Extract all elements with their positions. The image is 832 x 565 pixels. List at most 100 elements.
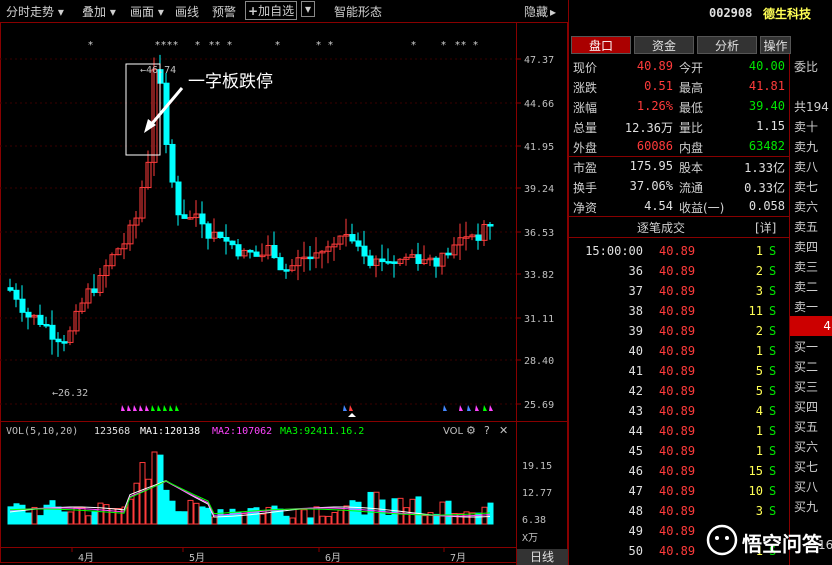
trade-side: S <box>769 324 777 338</box>
bid-level[interactable]: 买九 <box>794 498 818 515</box>
trades-detail-link[interactable]: [详] <box>755 219 776 236</box>
close-icon[interactable]: ✕ <box>499 424 508 437</box>
volume-bar <box>163 489 170 525</box>
bid-level[interactable]: 买五 <box>794 418 818 435</box>
add-watchlist-button[interactable]: +加自选 <box>245 1 298 20</box>
bid-level[interactable]: 买二 <box>794 358 818 375</box>
ask-level[interactable]: 卖八 <box>794 158 818 175</box>
trade-volume: 2 <box>755 324 763 338</box>
ask-level[interactable]: 卖十 <box>794 118 818 135</box>
trade-side: S <box>769 304 777 318</box>
volume-bar <box>271 505 278 525</box>
trade-time: 49 <box>628 524 643 538</box>
ask-level[interactable]: 卖一 <box>794 298 818 315</box>
candle-body <box>307 256 314 260</box>
bid-level[interactable]: 买四 <box>794 398 818 415</box>
trade-price: 40.89 <box>659 304 696 318</box>
bid-level[interactable]: 买八 <box>794 478 818 495</box>
quote-label: 换手 <box>573 181 598 195</box>
volume-legend-item: MA2:107062 <box>212 426 272 437</box>
volume-bar <box>487 502 494 525</box>
quote-panel: 002908 德生科技 盘口 资金 分析 操作 现价 40.89 今开 40.00 涨跌… <box>568 0 811 565</box>
watchlist-dropdown[interactable]: ▾ <box>301 1 316 17</box>
tab-analysis[interactable]: 分析 <box>697 36 757 54</box>
signal-arrow-icon <box>157 405 161 411</box>
tab-orderbook[interactable]: 盘口 <box>571 36 631 54</box>
trade-time: 36 <box>628 264 643 278</box>
candle-body <box>391 261 398 264</box>
quote-label: 最低 <box>679 101 704 115</box>
smart-pattern-button[interactable]: 智能形态 <box>334 3 382 20</box>
signal-star: * <box>155 40 160 51</box>
tab-funds[interactable]: 资金 <box>634 36 694 54</box>
ask-level[interactable]: 卖九 <box>794 138 818 155</box>
trade-price: 40.89 <box>659 524 696 538</box>
bid-level[interactable]: 买六 <box>794 438 818 455</box>
ask-level[interactable]: 卖五 <box>794 218 818 235</box>
tab-operation[interactable]: 操作 <box>760 36 791 54</box>
volume-indicator-label[interactable]: VOL <box>443 426 464 437</box>
trade-volume: 3 <box>755 504 763 518</box>
quote-label: 流通 <box>679 181 704 195</box>
bid-level[interactable]: 买三 <box>794 378 818 395</box>
trade-time: 47 <box>628 484 643 498</box>
volume-bar <box>301 509 308 525</box>
draw-line-button[interactable]: 画线 <box>175 3 199 20</box>
bid-level[interactable]: 买七 <box>794 458 818 475</box>
ask-level[interactable]: 卖四 <box>794 238 818 255</box>
trade-row: 40 40.89 1 S <box>569 344 789 364</box>
trade-side: S <box>769 404 777 418</box>
alert-button[interactable]: 预警 <box>212 3 236 20</box>
volume-legend-item: 123568 <box>94 426 130 437</box>
volume-bar <box>145 478 152 525</box>
volume-bar <box>289 517 296 525</box>
ask-level[interactable]: 卖七 <box>794 178 818 195</box>
signal-star: * <box>455 40 460 51</box>
stock-code: 002908 <box>709 6 753 20</box>
trade-volume: 4 <box>755 404 763 418</box>
screen-menu[interactable]: 画面 ▾ <box>130 3 164 20</box>
signal-star: * <box>328 40 333 51</box>
bid-level[interactable]: 买一 <box>794 338 818 355</box>
intraday-menu[interactable]: 分时走势 ▾ <box>6 3 64 20</box>
signal-star: * <box>461 40 466 51</box>
period-label[interactable]: 日线 <box>530 550 554 564</box>
trade-volume: 5 <box>755 384 763 398</box>
candle-body <box>7 287 14 291</box>
trade-volume: 1 <box>755 424 763 438</box>
help-icon[interactable]: ? <box>484 424 490 437</box>
trade-time: 48 <box>628 504 643 518</box>
hide-button[interactable]: 隐藏 ▸ <box>524 3 556 20</box>
trade-side: S <box>769 244 777 258</box>
stock-name: 德生科技 <box>763 7 812 21</box>
quote-row: 外盘 60086 内盘 63482 <box>569 136 789 157</box>
candle-body <box>433 257 440 267</box>
gear-icon[interactable]: ⚙ <box>466 424 476 437</box>
order-total: 共194 <box>794 100 829 114</box>
quote-label: 收益(一) <box>679 201 725 215</box>
trade-price: 40.89 <box>659 384 696 398</box>
ask-level[interactable]: 卖二 <box>794 278 818 295</box>
quote-value: 0.058 <box>748 199 785 213</box>
volume-bar <box>319 515 326 525</box>
signal-arrow-icon <box>145 405 149 411</box>
ask-level[interactable]: 卖三 <box>794 258 818 275</box>
quote-row: 市盈 175.95 股本 1.33亿 <box>569 156 789 176</box>
ask-level[interactable]: 卖六 <box>794 198 818 215</box>
kline-chart[interactable]: * * * * * * * * * * * * * * * * * 一字板跌停←46.74←26.32 VOL(… <box>0 22 568 565</box>
current-price-marker: 4 <box>790 316 832 336</box>
candle-body <box>385 261 392 264</box>
volume-bar <box>331 512 338 525</box>
signal-arrow-icon <box>343 405 347 411</box>
watermark: 悟空问答 <box>700 520 832 560</box>
trade-row: 39 40.89 2 S <box>569 324 789 344</box>
volume-bar <box>337 509 344 525</box>
wukong-logo-icon <box>706 524 738 556</box>
overlay-menu[interactable]: 叠加 ▾ <box>82 3 116 20</box>
volume-bar <box>25 512 32 525</box>
volume-bar <box>91 510 98 525</box>
trade-row: 45 40.89 1 S <box>569 444 789 464</box>
volume-bar <box>67 511 74 525</box>
quote-label: 涨幅 <box>573 101 598 115</box>
trade-time: 38 <box>628 304 643 318</box>
